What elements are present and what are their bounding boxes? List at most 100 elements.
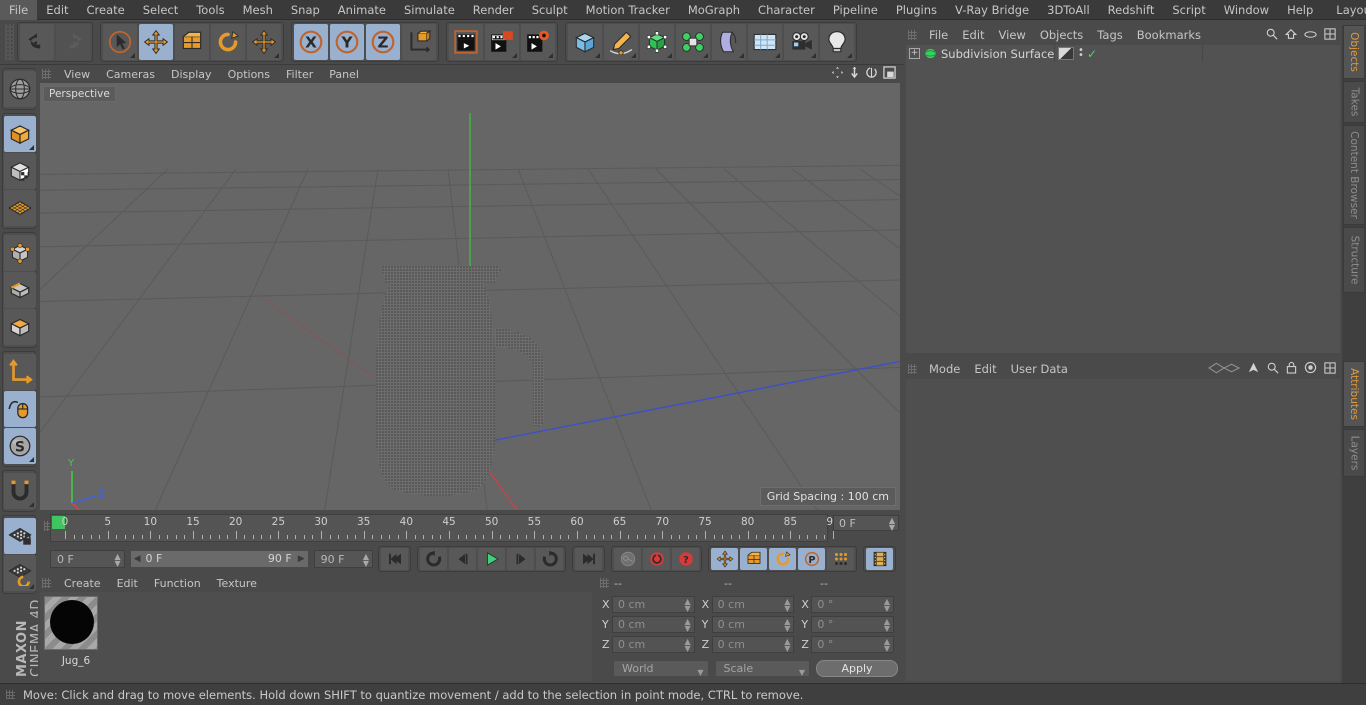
- apply-button[interactable]: Apply: [816, 659, 898, 677]
- stepper-icon[interactable]: ▲ ▼: [884, 637, 890, 652]
- timeline-toggle-button[interactable]: [866, 547, 893, 570]
- coord-rotation-y-field[interactable]: 0 ° ▲ ▼: [811, 615, 895, 633]
- preview-range-slider[interactable]: ◀ 0 F 90 F ▶: [129, 549, 309, 568]
- menu-v-ray-bridge[interactable]: V-Ray Bridge: [946, 0, 1038, 20]
- menu-mograph[interactable]: MoGraph: [679, 0, 749, 20]
- right-tab-objects[interactable]: Objects: [1343, 25, 1365, 79]
- enable-axis-modification-button[interactable]: [4, 391, 36, 427]
- right-tab-content-browser[interactable]: Content Browser: [1343, 125, 1365, 225]
- menu-render[interactable]: Render: [464, 0, 523, 20]
- menu-edit[interactable]: Edit: [37, 0, 77, 20]
- viewport-grip[interactable]: [42, 69, 51, 79]
- material-menu-edit[interactable]: Edit: [109, 577, 146, 590]
- object-menu-objects[interactable]: Objects: [1033, 28, 1090, 42]
- menu-window[interactable]: Window: [1215, 0, 1278, 20]
- material-menu-function[interactable]: Function: [146, 577, 209, 590]
- right-tab-structure[interactable]: Structure: [1343, 227, 1365, 293]
- timeline-frame-field[interactable]: 0 F ▲ ▼: [833, 515, 899, 532]
- attributes-grip[interactable]: [908, 364, 917, 374]
- right-tab-attributes[interactable]: Attributes: [1343, 361, 1365, 427]
- interpolation-icon[interactable]: [1207, 362, 1241, 377]
- object-enabled-check-icon[interactable]: ✓: [1087, 47, 1097, 61]
- stepper-icon[interactable]: ▲ ▼: [685, 637, 691, 652]
- coordinate-system-dropdown[interactable]: World ▼: [613, 659, 709, 677]
- attributes-menu-user-data[interactable]: User Data: [1004, 362, 1075, 376]
- maximize-view-icon[interactable]: [883, 66, 896, 82]
- stepper-icon[interactable]: ▲ ▼: [784, 637, 790, 652]
- move-duplicate-tool[interactable]: [247, 24, 281, 60]
- stepper-icon[interactable]: ▲ ▼: [889, 517, 895, 532]
- object-menu-tags[interactable]: Tags: [1090, 28, 1129, 42]
- record-active-objects-button[interactable]: [614, 547, 641, 570]
- viewport-menu-display[interactable]: Display: [163, 68, 220, 81]
- material-list[interactable]: Jug_6: [40, 592, 592, 681]
- search-icon[interactable]: [1266, 28, 1278, 43]
- coordinates-grip[interactable]: [600, 578, 609, 588]
- coord-size-x-field[interactable]: 0 cm ▲ ▼: [711, 595, 795, 613]
- go-to-end-button[interactable]: [575, 547, 602, 570]
- viewport-menu-filter[interactable]: Filter: [278, 68, 321, 81]
- menu-character[interactable]: Character: [749, 0, 824, 20]
- target-icon[interactable]: [1304, 361, 1317, 377]
- render-to-picture-viewer-button[interactable]: [485, 24, 519, 60]
- go-to-previous-frame-button[interactable]: [449, 547, 476, 570]
- soft-selection-button[interactable]: S: [4, 428, 36, 464]
- render-view-button[interactable]: [449, 24, 483, 60]
- attributes-menu-mode[interactable]: Mode: [922, 362, 967, 376]
- menu-pipeline[interactable]: Pipeline: [824, 0, 887, 20]
- menu-plugins[interactable]: Plugins: [887, 0, 946, 20]
- dolly-icon[interactable]: [849, 66, 860, 82]
- rotate-tool[interactable]: [211, 24, 245, 60]
- menu-create[interactable]: Create: [78, 0, 134, 20]
- toolbar-grip[interactable]: [5, 24, 14, 60]
- parameter-key-button[interactable]: P: [798, 547, 825, 570]
- model-mode-button[interactable]: [4, 116, 36, 152]
- current-frame-field[interactable]: 0 F ▲ ▼: [50, 549, 125, 568]
- add-light-button[interactable]: [820, 24, 854, 60]
- undo-button[interactable]: [20, 24, 54, 60]
- layout-icon[interactable]: [1324, 27, 1336, 43]
- menu-sculpt[interactable]: Sculpt: [523, 0, 577, 20]
- eye-icon[interactable]: [1304, 29, 1317, 42]
- stepper-icon[interactable]: ▲ ▼: [363, 552, 369, 567]
- add-cube-button[interactable]: [568, 24, 602, 60]
- loop-playback-button[interactable]: [536, 547, 563, 570]
- attributes-content[interactable]: [906, 379, 1340, 681]
- add-camera-button[interactable]: [784, 24, 818, 60]
- menu-simulate[interactable]: Simulate: [395, 0, 464, 20]
- right-tab-layers[interactable]: Layers: [1343, 429, 1365, 477]
- viewport-menu-panel[interactable]: Panel: [321, 68, 367, 81]
- viewport-menu-options[interactable]: Options: [220, 68, 278, 81]
- end-frame-field[interactable]: 90 F ▲ ▼: [313, 549, 373, 568]
- add-scene-object-button[interactable]: [748, 24, 782, 60]
- position-key-button[interactable]: [711, 547, 738, 570]
- scale-tool[interactable]: [175, 24, 209, 60]
- object-row-subdivision-surface[interactable]: + Subdivision Surface • • ✓: [906, 45, 1340, 62]
- timeline-ruler[interactable]: 051015202530354045505560657075808590: [50, 514, 840, 542]
- go-to-next-frame-button[interactable]: [507, 547, 534, 570]
- live-selection-tool[interactable]: [103, 24, 137, 60]
- stepper-icon[interactable]: ▲ ▼: [685, 617, 691, 632]
- stepper-icon[interactable]: ▲ ▼: [884, 617, 890, 632]
- material-grip[interactable]: [42, 578, 51, 588]
- menu-file[interactable]: File: [0, 0, 38, 20]
- material-menu-create[interactable]: Create: [56, 577, 109, 590]
- coord-size-y-field[interactable]: 0 cm ▲ ▼: [711, 615, 795, 633]
- status-grip[interactable]: [6, 690, 15, 699]
- object-visibility-tag-icon[interactable]: [1058, 47, 1074, 60]
- rotate-view-icon[interactable]: [865, 66, 878, 82]
- texture-mode-button[interactable]: [4, 153, 36, 189]
- lock-x-axis-button[interactable]: X: [294, 24, 328, 60]
- object-tree[interactable]: + Subdivision Surface • • ✓: [906, 45, 1340, 353]
- texture-axis-mode-button[interactable]: [4, 71, 36, 107]
- menu-snap[interactable]: Snap: [282, 0, 329, 20]
- object-menu-edit[interactable]: Edit: [955, 28, 991, 42]
- coord-position-z-field[interactable]: 0 cm ▲ ▼: [612, 635, 695, 653]
- lock-z-axis-button[interactable]: Z: [366, 24, 400, 60]
- stepper-icon[interactable]: ▲ ▼: [884, 597, 890, 612]
- rotation-key-button[interactable]: [769, 547, 796, 570]
- world-object-coordinate-button[interactable]: [402, 24, 436, 60]
- autokeying-button[interactable]: [643, 547, 670, 570]
- viewport-menu-view[interactable]: View: [56, 68, 98, 81]
- menu-animate[interactable]: Animate: [329, 0, 395, 20]
